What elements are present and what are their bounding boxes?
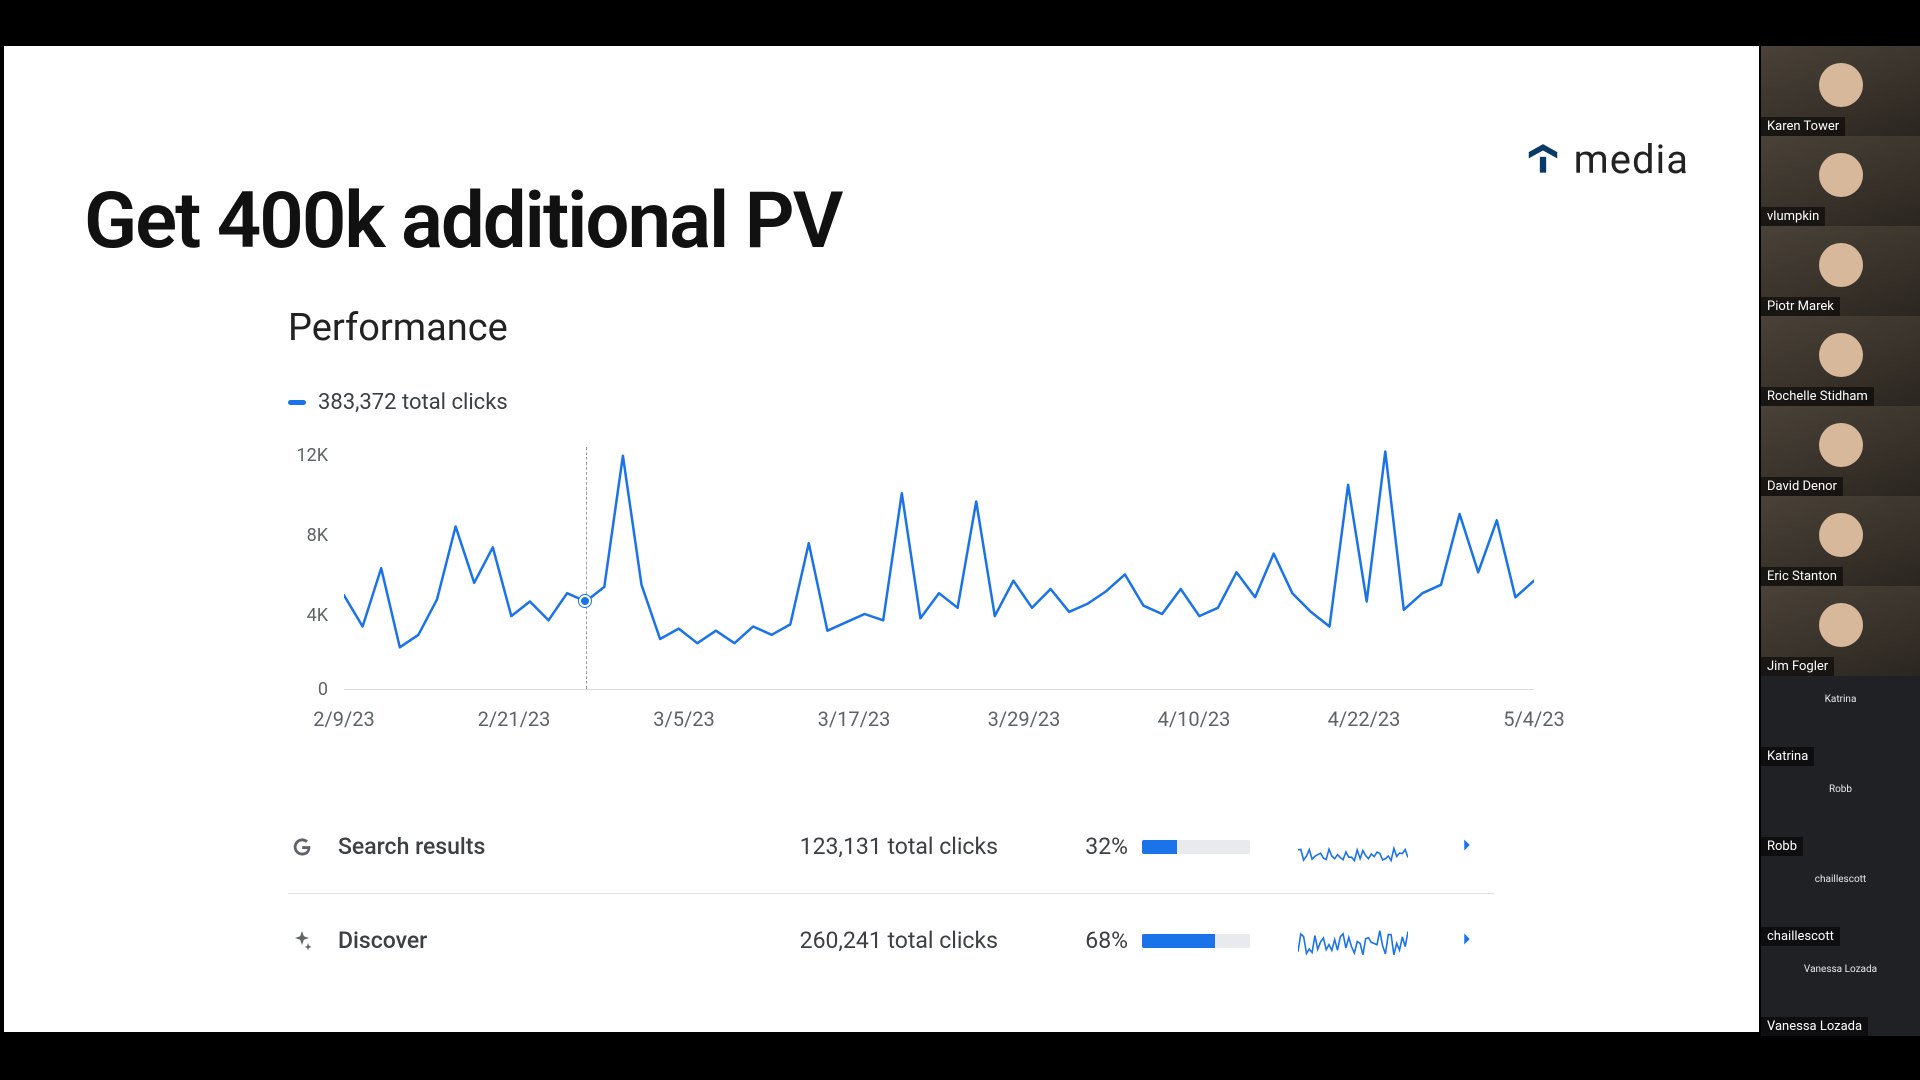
slide-title: Get 400k additional PV bbox=[84, 176, 841, 267]
participant-placeholder-name: Robb bbox=[1761, 784, 1920, 795]
participant-tile[interactable]: Piotr Marek bbox=[1761, 226, 1920, 316]
x-tick: 3/29/23 bbox=[988, 707, 1061, 731]
x-tick: 4/10/23 bbox=[1158, 707, 1231, 731]
chevron-right-icon[interactable] bbox=[1456, 834, 1486, 860]
y-tick: 0 bbox=[288, 679, 328, 700]
participant-tile[interactable]: chaillescott chaillescott bbox=[1761, 856, 1920, 946]
x-tick: 3/17/23 bbox=[818, 707, 891, 731]
source-percent: 32% bbox=[1038, 833, 1128, 860]
participant-tile[interactable]: David Denor bbox=[1761, 406, 1920, 496]
y-tick: 12K bbox=[288, 445, 328, 466]
brand-logo: media bbox=[1524, 136, 1689, 183]
participant-name-label: Robb bbox=[1761, 837, 1803, 856]
participant-name-label: Rochelle Stidham bbox=[1761, 387, 1874, 406]
y-tick: 8K bbox=[288, 525, 328, 546]
sparkle-icon bbox=[288, 927, 316, 955]
participant-tile[interactable]: Karen Tower bbox=[1761, 46, 1920, 136]
participant-name-label: Vanessa Lozada bbox=[1761, 1017, 1868, 1036]
source-name: Discover bbox=[338, 927, 718, 954]
participant-name-label: Jim Fogler bbox=[1761, 657, 1834, 676]
x-axis-labels: 2/9/232/21/233/5/233/17/233/29/234/10/23… bbox=[344, 707, 1534, 737]
participant-name-label: Katrina bbox=[1761, 747, 1814, 766]
source-clicks: 123,131 total clicks bbox=[718, 833, 998, 860]
chart-cursor-line bbox=[586, 447, 587, 689]
presentation-slide: media Get 400k additional PV Performance… bbox=[4, 46, 1759, 1032]
x-tick: 3/5/23 bbox=[653, 707, 714, 731]
participant-placeholder-name: Vanessa Lozada bbox=[1761, 964, 1920, 975]
source-sparkline bbox=[1298, 829, 1408, 865]
participant-strip: Karen Tower vlumpkin Piotr Marek Rochelle S… bbox=[1761, 46, 1920, 1032]
source-row-discover[interactable]: Discover260,241 total clicks 68% bbox=[288, 893, 1494, 987]
brand-text: media bbox=[1574, 136, 1689, 183]
participant-placeholder-name: chaillescott bbox=[1761, 874, 1920, 885]
chevron-right-icon[interactable] bbox=[1456, 928, 1486, 954]
participant-tile[interactable]: Rochelle Stidham bbox=[1761, 316, 1920, 406]
participant-name-label: Karen Tower bbox=[1761, 117, 1845, 136]
source-percent: 68% bbox=[1038, 927, 1128, 954]
participant-placeholder-name: Katrina bbox=[1761, 694, 1920, 705]
source-sparkline bbox=[1298, 923, 1408, 959]
chart-line bbox=[344, 439, 1534, 689]
legend-label: 383,372 total clicks bbox=[318, 390, 508, 415]
participant-tile[interactable]: Jim Fogler bbox=[1761, 586, 1920, 676]
performance-card: Performance 383,372 total clicks 12K 8K … bbox=[244, 306, 1544, 1026]
google-icon bbox=[288, 833, 316, 861]
participant-tile[interactable]: vlumpkin bbox=[1761, 136, 1920, 226]
source-clicks: 260,241 total clicks bbox=[718, 927, 998, 954]
participant-tile[interactable]: Eric Stanton bbox=[1761, 496, 1920, 586]
source-row-search-results[interactable]: Search results123,131 total clicks 32% bbox=[288, 799, 1494, 893]
participant-name-label: chaillescott bbox=[1761, 927, 1840, 946]
performance-title: Performance bbox=[244, 306, 1544, 350]
participant-name-label: Piotr Marek bbox=[1761, 297, 1840, 316]
participant-name-label: David Denor bbox=[1761, 477, 1843, 496]
chart-legend: 383,372 total clicks bbox=[244, 390, 1544, 415]
participant-tile[interactable]: Robb Robb bbox=[1761, 766, 1920, 856]
brand-icon bbox=[1524, 141, 1562, 179]
participant-tile[interactable]: Vanessa Lozada Vanessa Lozada bbox=[1761, 946, 1920, 1036]
performance-chart[interactable]: 12K 8K 4K 0 2/9/23 2/21/23 3/5/23 3/17/23 3/… bbox=[288, 439, 1538, 739]
x-axis-line bbox=[344, 689, 1534, 690]
participant-name-label: vlumpkin bbox=[1761, 207, 1825, 226]
source-progress bbox=[1142, 934, 1250, 948]
y-tick: 4K bbox=[288, 605, 328, 626]
legend-swatch bbox=[288, 400, 306, 405]
chart-cursor-dot bbox=[579, 595, 591, 607]
participant-tile[interactable]: Katrina Katrina bbox=[1761, 676, 1920, 766]
source-breakdown: Search results123,131 total clicks 32% Dis… bbox=[244, 799, 1494, 987]
source-name: Search results bbox=[338, 833, 718, 860]
x-tick: 4/22/23 bbox=[1328, 707, 1401, 731]
source-progress bbox=[1142, 840, 1250, 854]
participant-name-label: Eric Stanton bbox=[1761, 567, 1843, 586]
x-tick: 2/9/23 bbox=[313, 707, 374, 731]
x-tick: 2/21/23 bbox=[478, 707, 551, 731]
x-tick: 5/4/23 bbox=[1503, 707, 1564, 731]
